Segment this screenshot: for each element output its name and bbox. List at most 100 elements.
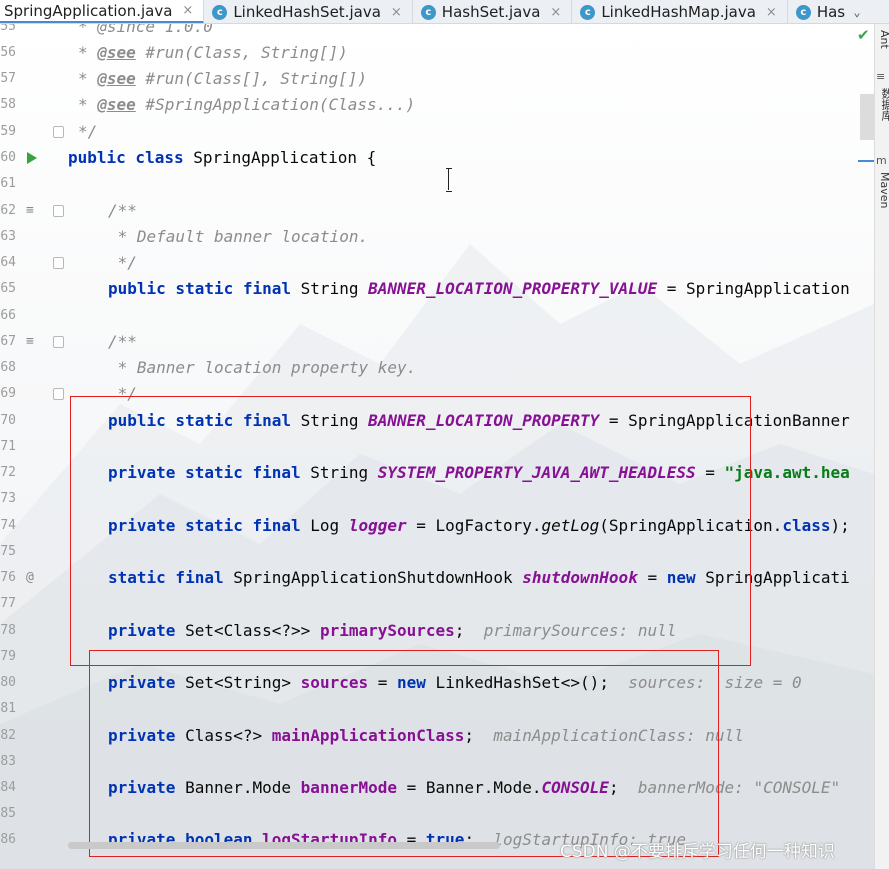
line-number: 85 [0,806,16,821]
line-number: 67 [0,334,16,349]
javadoc-ref: #SpringApplication(Class...) [135,95,416,114]
javadoc-tag: @see [97,43,136,62]
tab-label: LinkedHashMap.java [601,3,756,21]
line-number: 63 [0,229,16,244]
tab-label: SpringApplication.java [4,1,173,20]
tab-label: HashSet.java [441,3,541,21]
tab-label: LinkedHashSet.java [233,3,381,21]
line-number: 82 [0,728,16,743]
line-number: 66 [0,308,16,323]
line-number: 62 [0,203,16,218]
code-text: * Banner location property key. [108,358,417,377]
code-line: 55 * @since 1.0.0 [0,24,874,40]
code-line: 68 * Banner location property key. [0,355,874,381]
line-number: 64 [0,255,16,270]
line-number: 80 [0,675,16,690]
line-number: 79 [0,649,16,664]
database-tool-label[interactable]: 数据库 [878,88,889,121]
line-number: 84 [0,780,16,795]
line-number: 57 [0,71,16,86]
fold-icon[interactable] [53,336,64,348]
line-number: 68 [0,360,16,375]
tab-linkedhashset[interactable]: c LinkedHashSet.java × [204,0,413,23]
line-number: 56 [0,45,16,60]
code-line: 64 */ [0,250,874,276]
editor-tab-bar: SpringApplication.java × c LinkedHashSet… [0,0,889,24]
override-icon[interactable]: @ [26,565,34,591]
fold-icon[interactable] [53,205,64,217]
tab-hashset[interactable]: c HashSet.java × [413,0,573,23]
code-line: 63 * Default banner location. [0,224,874,250]
line-number: 77 [0,596,16,611]
class-c-icon: c [580,4,596,20]
code-text: * @see #run(Class, String[]) [78,43,348,62]
tab-springapplication[interactable]: SpringApplication.java × [0,0,205,23]
chevron-down-icon[interactable]: ⌄ [846,0,868,23]
code-text: * @see #SpringApplication(Class...) [78,95,416,114]
line-number: 78 [0,623,16,638]
close-icon[interactable]: × [550,5,561,20]
database-icon[interactable]: ≡ [876,70,889,83]
line-number: 83 [0,754,16,769]
right-tool-strip: Ant ≡ 数据库 m Maven [874,24,889,869]
text-cursor [446,168,452,192]
line-number: 86 [0,832,16,847]
line-number: 59 [0,124,16,139]
run-gutter-icon[interactable] [27,152,37,164]
code-text: * @since 1.0.0 [78,24,213,36]
class-c-icon: c [420,4,436,20]
code-line: 56 * @see #run(Class, String[]) [0,40,874,66]
vertical-scrollbar-thumb[interactable] [860,94,874,140]
code-text: * @see #run(Class[], String[]) [78,69,367,88]
code-line: 61 [0,171,874,197]
class-c-icon: c [795,4,811,20]
code-editor[interactable]: 55 * @since 1.0.0 56 * @see #run(Class, … [0,24,874,869]
line-number: 65 [0,281,16,296]
code-text: * Default banner location. [108,227,369,246]
close-icon[interactable]: × [391,5,402,20]
doc-comment-icon[interactable]: ≡ [26,198,34,224]
maven-tool-label[interactable]: Maven [878,172,889,208]
ant-tool-label[interactable]: Ant [878,30,889,49]
code-line: 66 [0,303,874,329]
line-number: 55 [0,24,16,34]
doc-comment-icon[interactable]: ≡ [26,329,34,355]
close-icon[interactable]: × [182,3,193,18]
code-text: public static final String BANNER_LOCATI… [108,279,850,298]
maven-icon[interactable]: m [876,154,889,167]
line-number: 75 [0,544,16,559]
highlight-box-fields-2 [89,650,719,857]
tab-linkedhashmap[interactable]: c LinkedHashMap.java × [572,0,788,23]
line-number: 73 [0,491,16,506]
javadoc-ref: #run(Class[], String[]) [135,69,367,88]
line-number: 58 [0,97,16,112]
javadoc-tag: @see [97,69,136,88]
code-line: 65 public static final String BANNER_LOC… [0,276,874,302]
line-number: 76 [0,570,16,585]
code-text: */ [78,122,98,141]
line-number: 70 [0,413,16,428]
check-icon[interactable]: ✔ [857,26,870,44]
close-icon[interactable]: × [766,5,777,20]
line-number: 60 [0,150,16,165]
watermark: CSDN @不要排斥学习任何一种知识 [560,842,835,862]
code-text: /** [108,201,137,220]
class-c-icon: c [212,4,228,20]
code-text: /** [108,332,137,351]
horizontal-scrollbar[interactable] [68,842,500,849]
code-line: 62 ≡ /** [0,198,874,224]
line-number: 81 [0,701,16,716]
code-line: 67 ≡ /** [0,329,874,355]
javadoc-ref: #run(Class, String[]) [135,43,348,62]
line-number: 69 [0,386,16,401]
code-line: 57 * @see #run(Class[], String[]) [0,66,874,92]
code-line: 59 */ [0,119,874,145]
fold-icon[interactable] [53,388,64,400]
code-text: public class SpringApplication { [68,148,377,167]
fold-icon[interactable] [53,126,64,138]
line-number: 71 [0,439,16,454]
code-line: 60 public class SpringApplication { [0,145,874,171]
scroll-marker [858,160,874,162]
code-text: */ [108,253,137,272]
fold-icon[interactable] [53,257,64,269]
